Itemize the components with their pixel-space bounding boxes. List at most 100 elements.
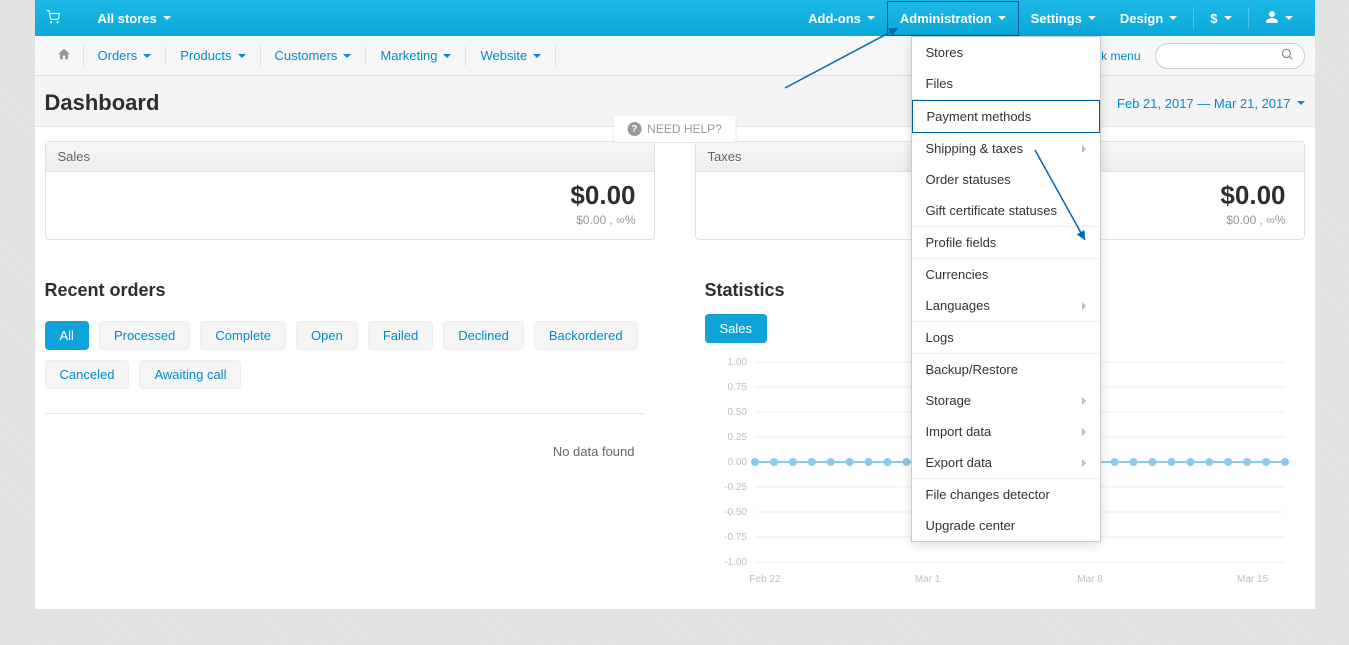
divider <box>1248 7 1249 29</box>
dropdown-item-label: Shipping & taxes <box>926 141 1024 156</box>
nav-website-label: Website <box>480 48 527 63</box>
dropdown-item-file-changes-detector[interactable]: File changes detector <box>912 479 1100 510</box>
dropdown-item-files[interactable]: Files <box>912 68 1100 99</box>
caret-down-icon <box>1088 16 1096 20</box>
svg-text:Mar 1: Mar 1 <box>914 574 940 585</box>
dropdown-item-currencies[interactable]: Currencies <box>912 259 1100 290</box>
caret-down-icon <box>998 16 1006 20</box>
dropdown-item-export-data[interactable]: Export data <box>912 447 1100 478</box>
need-help-label: NEED HELP? <box>647 122 722 136</box>
addons-menu[interactable]: Add-ons <box>796 2 887 35</box>
svg-text:0.00: 0.00 <box>727 457 747 468</box>
divider <box>1193 7 1194 29</box>
dropdown-item-label: Currencies <box>926 267 989 282</box>
order-tab-failed[interactable]: Failed <box>368 321 433 350</box>
recent-orders-title: Recent orders <box>45 280 645 301</box>
dropdown-item-storage[interactable]: Storage <box>912 385 1100 416</box>
svg-text:-0.25: -0.25 <box>724 482 747 493</box>
no-data-label: No data found <box>45 444 645 459</box>
dropdown-item-gift-certificate-statuses[interactable]: Gift certificate statuses <box>912 195 1100 226</box>
nav-website[interactable]: Website <box>466 38 555 73</box>
caret-right-icon <box>1082 145 1086 153</box>
caret-down-icon <box>238 54 246 58</box>
svg-text:Feb 22: Feb 22 <box>749 574 781 585</box>
caret-down-icon <box>1297 101 1305 105</box>
order-tabs: All Processed Complete Open Failed Declined Ba… <box>45 321 645 389</box>
dropdown-item-payment-methods[interactable]: Payment methods <box>912 100 1100 133</box>
dropdown-item-label: Storage <box>926 393 972 408</box>
svg-text:Mar 15: Mar 15 <box>1237 574 1269 585</box>
main: Sales $0.00 $0.00 , ∞% Taxes $0.00 $0.00… <box>35 127 1315 609</box>
search-input[interactable] <box>1155 43 1305 69</box>
dropdown-item-languages[interactable]: Languages <box>912 290 1100 321</box>
caret-down-icon <box>867 16 875 20</box>
currency-label: $ <box>1210 11 1217 26</box>
dropdown-item-shipping-taxes[interactable]: Shipping & taxes <box>912 133 1100 164</box>
dropdown-item-order-statuses[interactable]: Order statuses <box>912 164 1100 195</box>
dropdown-item-label: Stores <box>926 45 964 60</box>
svg-text:-0.75: -0.75 <box>724 532 747 543</box>
caret-down-icon <box>143 54 151 58</box>
page-title: Dashboard <box>45 90 160 116</box>
dropdown-item-label: Profile fields <box>926 235 997 250</box>
order-tab-canceled[interactable]: Canceled <box>45 360 130 389</box>
svg-text:Mar 8: Mar 8 <box>1077 574 1103 585</box>
administration-menu[interactable]: Administration <box>887 1 1019 36</box>
subbar: Orders Products Customers Marketing Webs… <box>35 36 1315 76</box>
design-label: Design <box>1120 11 1163 26</box>
dropdown-item-import-data[interactable]: Import data <box>912 416 1100 447</box>
dropdown-item-backup-restore[interactable]: Backup/Restore <box>912 354 1100 385</box>
cart-icon[interactable] <box>45 10 61 27</box>
dropdown-item-logs[interactable]: Logs <box>912 322 1100 353</box>
dropdown-item-profile-fields[interactable]: Profile fields <box>912 227 1100 258</box>
dropdown-item-label: Upgrade center <box>926 518 1016 533</box>
settings-label: Settings <box>1031 11 1082 26</box>
sales-sub: $0.00 , ∞% <box>58 213 636 227</box>
dropdown-item-stores[interactable]: Stores <box>912 37 1100 68</box>
user-icon <box>1265 10 1279 27</box>
nav-marketing[interactable]: Marketing <box>366 38 465 73</box>
caret-down-icon <box>163 16 171 20</box>
currency-menu[interactable]: $ <box>1198 2 1243 35</box>
sales-card: Sales $0.00 $0.00 , ∞% <box>45 141 655 240</box>
caret-down-icon <box>443 54 451 58</box>
order-tab-all[interactable]: All <box>45 321 89 350</box>
stats-tab-sales[interactable]: Sales <box>705 314 768 343</box>
order-tab-open[interactable]: Open <box>296 321 358 350</box>
settings-menu[interactable]: Settings <box>1019 2 1108 35</box>
order-tab-complete[interactable]: Complete <box>200 321 286 350</box>
nav-customers-label: Customers <box>275 48 338 63</box>
order-tab-awaiting-call[interactable]: Awaiting call <box>139 360 241 389</box>
administration-label: Administration <box>900 11 992 26</box>
nav-customers[interactable]: Customers <box>261 38 366 73</box>
design-menu[interactable]: Design <box>1108 2 1189 35</box>
administration-dropdown: Stores Files Payment methods Shipping & tax… <box>911 36 1101 542</box>
date-range-picker[interactable]: Feb 21, 2017 — Mar 21, 2017 <box>1117 96 1304 111</box>
nav-orders-label: Orders <box>98 48 138 63</box>
nav-orders[interactable]: Orders <box>84 38 166 73</box>
caret-right-icon <box>1082 302 1086 310</box>
all-stores-label: All stores <box>98 11 157 26</box>
order-tab-processed[interactable]: Processed <box>99 321 190 350</box>
svg-text:0.75: 0.75 <box>727 382 747 393</box>
topbar: All stores Add-ons Administration Settin… <box>35 0 1315 36</box>
caret-down-icon <box>533 54 541 58</box>
order-tab-backordered[interactable]: Backordered <box>534 321 638 350</box>
dropdown-item-label: Logs <box>926 330 954 345</box>
home-icon[interactable] <box>45 47 83 64</box>
dropdown-item-upgrade-center[interactable]: Upgrade center <box>912 510 1100 541</box>
dropdown-item-label: Gift certificate statuses <box>926 203 1058 218</box>
dropdown-item-label: Files <box>926 76 953 91</box>
search-icon <box>1280 47 1294 64</box>
nav-products[interactable]: Products <box>166 38 259 73</box>
recent-orders-section: Recent orders All Processed Complete Open Fa… <box>45 280 645 595</box>
caret-right-icon <box>1082 428 1086 436</box>
order-tab-declined[interactable]: Declined <box>443 321 524 350</box>
dropdown-item-label: Languages <box>926 298 990 313</box>
dropdown-item-label: File changes detector <box>926 487 1050 502</box>
dropdown-item-label: Export data <box>926 455 993 470</box>
need-help-button[interactable]: ? NEED HELP? <box>612 116 737 143</box>
all-stores-dropdown[interactable]: All stores <box>86 2 183 35</box>
dropdown-item-label: Payment methods <box>927 109 1032 124</box>
user-menu[interactable] <box>1253 1 1305 36</box>
